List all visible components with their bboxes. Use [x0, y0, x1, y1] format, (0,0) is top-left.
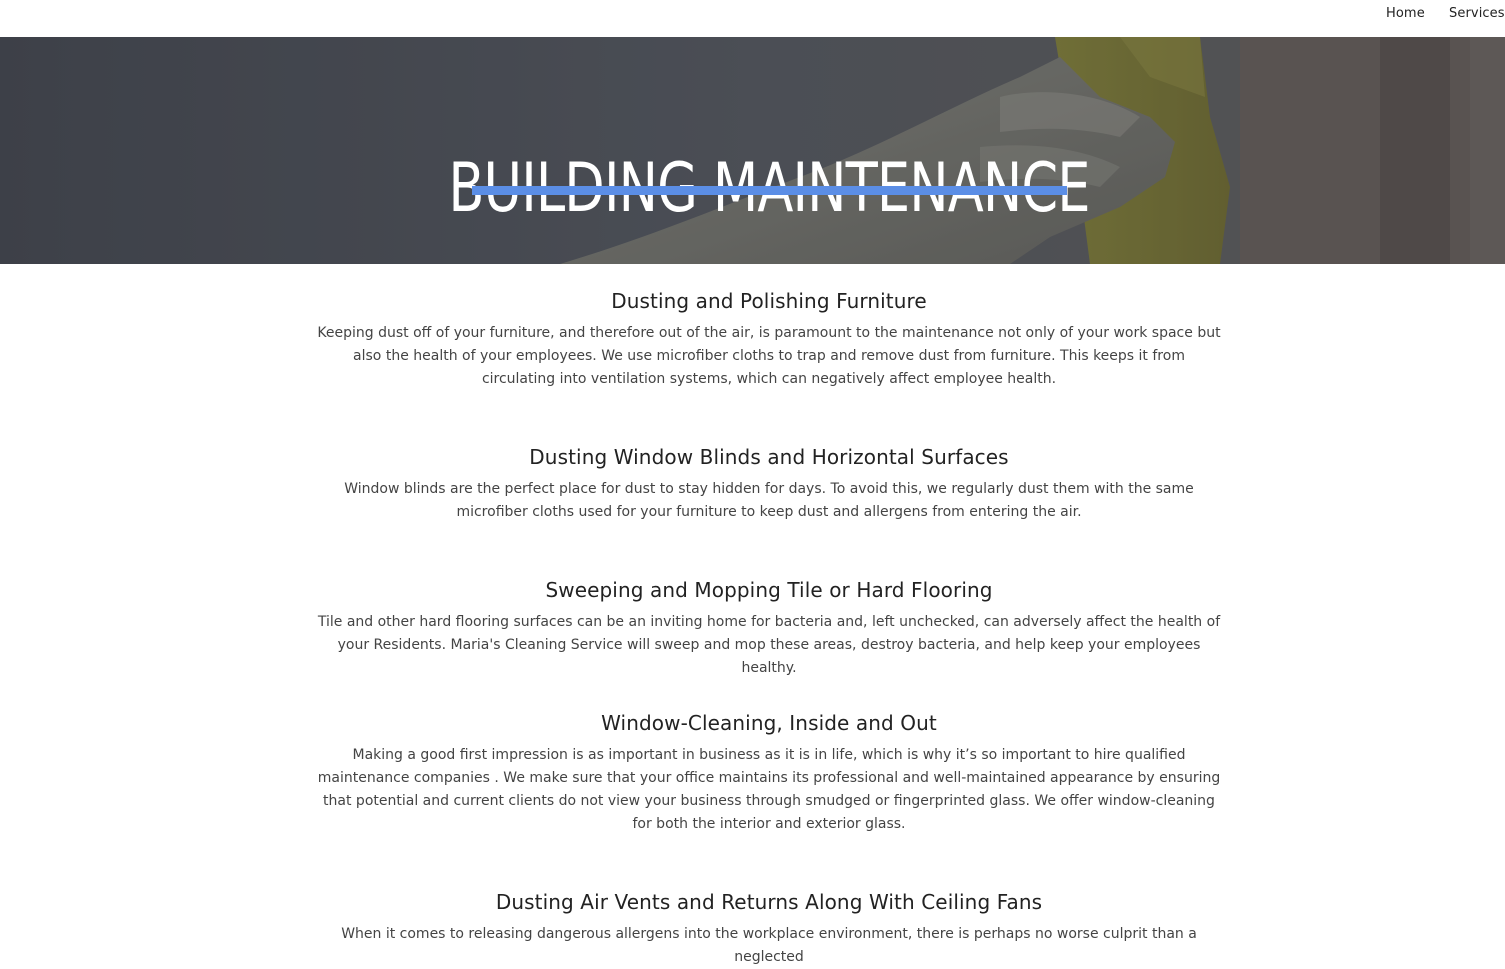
service-item: Window-Cleaning, Inside and Out Making a…: [316, 709, 1222, 836]
hero-banner: BUILDING MAINTENANCE: [0, 37, 1505, 264]
service-description: Keeping dust off of your furniture, and …: [317, 325, 1221, 387]
service-title: Dusting Air Vents and Returns Along With…: [495, 890, 1043, 914]
nav-link-services[interactable]: Services: [1449, 6, 1505, 21]
title-underline: [472, 186, 1067, 195]
service-title: Sweeping and Mopping Tile or Hard Floori…: [545, 578, 993, 602]
service-item: Dusting Window Blinds and Horizontal Sur…: [316, 443, 1222, 524]
service-title: Dusting Window Blinds and Horizontal Sur…: [529, 445, 1009, 469]
service-description: When it comes to releasing dangerous all…: [341, 926, 1197, 965]
service-description: Making a good first impression is as imp…: [317, 747, 1221, 832]
service-item: Dusting and Polishing Furniture Keeping …: [316, 287, 1222, 391]
service-description: Tile and other hard flooring surfaces ca…: [317, 614, 1221, 676]
service-item: Sweeping and Mopping Tile or Hard Floori…: [316, 576, 1222, 680]
service-title: Dusting and Polishing Furniture: [611, 289, 927, 313]
top-navigation: Home Services: [0, 0, 1505, 37]
service-description: Window blinds are the perfect place for …: [344, 481, 1194, 520]
nav-link-home[interactable]: Home: [1386, 6, 1425, 21]
service-title: Window-Cleaning, Inside and Out: [601, 711, 937, 735]
